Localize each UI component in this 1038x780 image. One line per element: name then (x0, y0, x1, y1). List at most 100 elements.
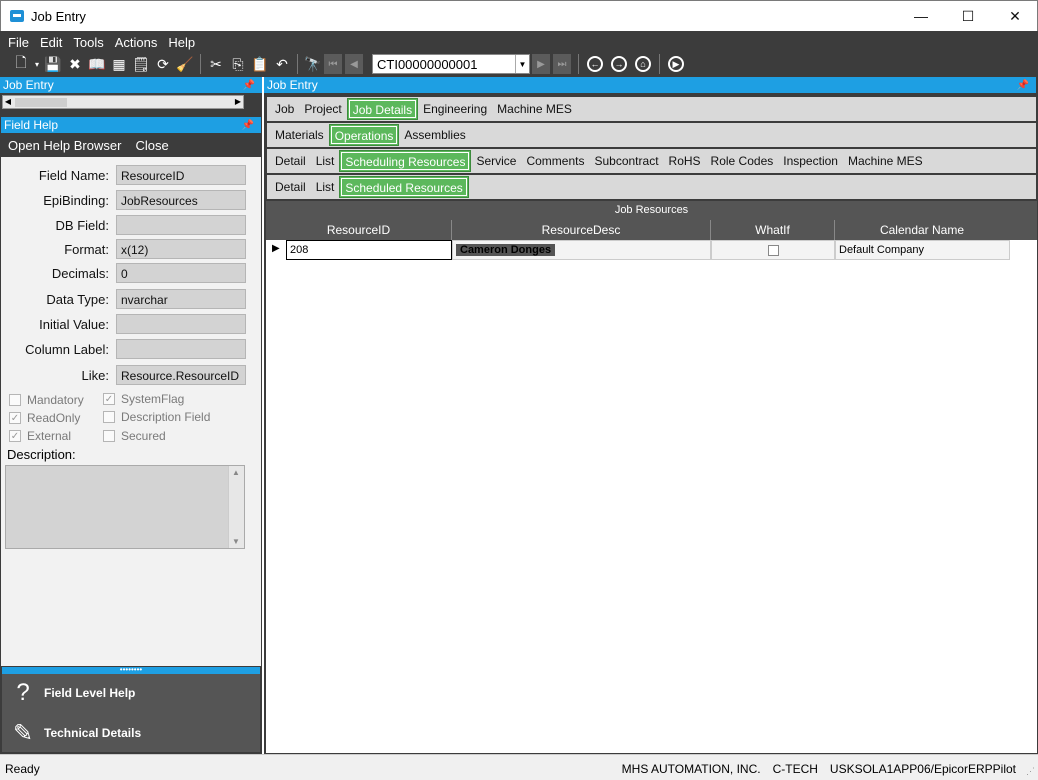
column-header-whatif[interactable]: WhatIf (711, 220, 835, 240)
panel-splitter[interactable]: •••••••• (2, 666, 260, 674)
binoculars-icon[interactable]: 🔭 (302, 54, 324, 74)
chevron-down-icon[interactable]: ▼ (232, 537, 240, 546)
new-icon[interactable]: 🗋 (10, 54, 32, 74)
save-icon[interactable]: 💾 (42, 54, 64, 74)
scroll-left-icon[interactable]: ◀ (3, 96, 13, 108)
table-row[interactable]: ▶ 208 Cameron Donges Default Company (266, 240, 1037, 260)
resourcedesc-cell[interactable]: Cameron Donges (452, 240, 711, 260)
description-field-checkbox[interactable]: Description Field (103, 410, 210, 424)
tab-project[interactable]: Project (299, 98, 346, 120)
pin-icon[interactable]: 📌 (243, 78, 255, 94)
data-type-value[interactable]: nvarchar (116, 289, 246, 309)
book-icon[interactable]: 📖 (86, 54, 108, 74)
tab-inspection[interactable]: Inspection (778, 150, 843, 172)
menu-toolbar-area: File Edit Tools Actions Help 🗋 ▾ 💾 ✖ 📖 ▦… (0, 31, 1038, 77)
grid-icon[interactable]: ▦ (108, 54, 130, 74)
resourceid-cell[interactable]: 208 (286, 240, 452, 260)
tab-comments[interactable]: Comments (521, 150, 589, 172)
external-checkbox[interactable]: ✓ External (9, 429, 71, 443)
tab-role-codes[interactable]: Role Codes (706, 150, 779, 172)
column-header-calendar-name[interactable]: Calendar Name (835, 220, 1009, 240)
close-help-button[interactable]: Close (135, 138, 168, 153)
tab-engineering[interactable]: Engineering (418, 98, 492, 120)
status-info: MHS AUTOMATION, INC. C-TECH USKSOLA1APP0… (622, 762, 1016, 776)
mandatory-checkbox[interactable]: Mandatory (9, 393, 84, 407)
calendar-name-cell[interactable]: Default Company (835, 240, 1010, 260)
play-icon[interactable]: ▶ (668, 56, 684, 72)
pin-icon[interactable]: 📌 (242, 118, 254, 134)
tree-horizontal-scrollbar[interactable]: ◀ ▶ (2, 95, 244, 109)
next-record-icon[interactable]: ▶ (532, 54, 550, 74)
epibinding-value[interactable]: JobResources (116, 190, 246, 210)
home-icon[interactable]: ⌂ (635, 56, 651, 72)
tab-materials[interactable]: Materials (270, 124, 329, 146)
close-button[interactable]: ✕ (992, 1, 1038, 31)
technical-details-button[interactable]: ✎ Technical Details (2, 715, 260, 751)
column-header-resourcedesc[interactable]: ResourceDesc (452, 220, 711, 240)
tab-job[interactable]: Job (270, 98, 299, 120)
scroll-right-icon[interactable]: ▶ (233, 96, 243, 108)
menu-file[interactable]: File (8, 34, 29, 52)
chevron-down-icon[interactable]: ▼ (515, 55, 529, 73)
toolbar-separator (578, 54, 579, 74)
cut-icon[interactable]: ✂ (205, 54, 227, 74)
field-level-help-button[interactable]: ? Field Level Help (2, 675, 260, 711)
scroll-thumb[interactable] (15, 98, 67, 107)
row-selector-icon[interactable]: ▶ (266, 240, 286, 260)
secured-checkbox[interactable]: Secured (103, 429, 166, 443)
tab-machine-mes[interactable]: Machine MES (492, 98, 577, 120)
systemflag-checkbox[interactable]: ✓ SystemFlag (103, 392, 184, 406)
open-help-browser-button[interactable]: Open Help Browser (8, 138, 121, 153)
maximize-button[interactable]: ☐ (945, 1, 991, 31)
db-field-value[interactable] (116, 215, 246, 235)
resize-grip-icon[interactable]: ⋰ (1026, 766, 1035, 777)
description-textarea[interactable]: ▲ ▼ (5, 465, 245, 549)
copy-icon[interactable]: ⎘ (227, 54, 249, 74)
tab-subcontract[interactable]: Subcontract (589, 150, 663, 172)
tab-service[interactable]: Service (471, 150, 521, 172)
decimals-value[interactable]: 0 (116, 263, 246, 283)
initial-value-value[interactable] (116, 314, 246, 334)
chevron-up-icon[interactable]: ▲ (232, 468, 240, 477)
first-record-icon[interactable]: ⏮ (324, 54, 342, 74)
menu-actions[interactable]: Actions (115, 34, 158, 52)
tab-scheduling-resources[interactable]: Scheduling Resources (339, 150, 472, 172)
tab-list[interactable]: List (311, 150, 340, 172)
job-number-combo[interactable]: CTI00000000001 ▼ (372, 54, 530, 74)
menu-tools[interactable]: Tools (73, 34, 103, 52)
menu-help[interactable]: Help (168, 34, 195, 52)
readonly-checkbox[interactable]: ✓ ReadOnly (9, 411, 80, 425)
tab-scheduled-resources[interactable]: Scheduled Resources (339, 176, 469, 198)
tab-job-details[interactable]: Job Details (346, 98, 419, 120)
undo-icon[interactable]: ↶ (271, 54, 293, 74)
refresh-icon[interactable]: ⟳ (152, 54, 174, 74)
back-icon[interactable]: ← (587, 56, 603, 72)
whatif-cell[interactable] (711, 240, 835, 260)
whatif-checkbox[interactable] (767, 244, 779, 256)
format-value[interactable]: x(12) (116, 239, 246, 259)
tab-row-details: Materials Operations Assemblies (267, 123, 1036, 147)
tab-operations[interactable]: Operations (328, 124, 400, 146)
tab-sched-detail[interactable]: Detail (270, 176, 311, 198)
menu-edit[interactable]: Edit (40, 34, 62, 52)
new-dropdown-icon[interactable]: ▾ (32, 54, 42, 74)
column-label-value[interactable] (116, 339, 246, 359)
minimize-button[interactable]: — (898, 1, 944, 31)
paste-icon[interactable]: 📋 (249, 54, 271, 74)
tab-machine-mes-op[interactable]: Machine MES (843, 150, 928, 172)
tab-assemblies[interactable]: Assemblies (399, 124, 470, 146)
tab-detail[interactable]: Detail (270, 150, 311, 172)
tab-sched-list[interactable]: List (311, 176, 340, 198)
previous-record-icon[interactable]: ◀ (345, 54, 363, 74)
clear-icon[interactable]: 🧹 (174, 54, 196, 74)
field-name-value[interactable]: ResourceID (116, 165, 246, 185)
forward-icon[interactable]: → (611, 56, 627, 72)
delete-icon[interactable]: ✖ (64, 54, 86, 74)
column-header-resourceid[interactable]: ResourceID (266, 220, 452, 240)
like-value[interactable]: Resource.ResourceID (116, 365, 246, 385)
pin-icon[interactable]: 📌 (1017, 78, 1029, 94)
note-icon[interactable]: 🗒 (130, 54, 152, 74)
description-vertical-scrollbar[interactable]: ▲ ▼ (228, 466, 244, 548)
tab-rohs[interactable]: RoHS (664, 150, 706, 172)
last-record-icon[interactable]: ⏭ (553, 54, 571, 74)
